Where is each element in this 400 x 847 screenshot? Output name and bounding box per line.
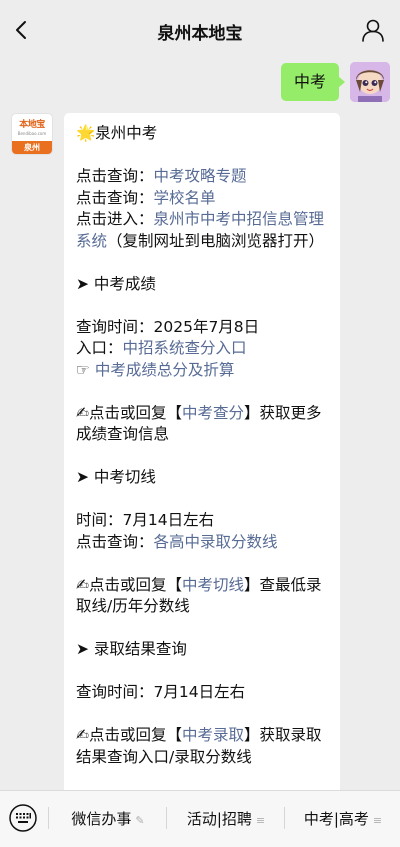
menu-wechat-service-label: 微信办事 [71,810,132,828]
submenu-icon: ≡ [372,814,383,827]
my-message-bubble: 中考 [280,63,346,101]
menu-exams-label: 中考|高考 [303,810,369,828]
admission-time: 查询时间：7月14日左右 [76,683,246,701]
chat-title: 泉州本地宝 [157,24,243,44]
link-schools[interactable]: 学校名单 [154,189,216,207]
link-reply-cutoff[interactable]: 中考切线 [182,576,244,594]
nav-header: 泉州本地宝 [0,0,400,60]
section-scores: ➤ 中考成绩 [76,274,156,293]
link-reply-admission[interactable]: 中考录取 [182,726,244,744]
msg-line-reply-admission: ✍点击或回复【中考录取】获取录取结果查询入口/录取分数线 [76,726,322,766]
msg-line-reply-cutoff: ✍点击或回复【中考切线】查最低录取线/历年分数线 [76,575,322,616]
link-score-entry[interactable]: 中招系统查分入口 [123,339,247,357]
menu-activity-jobs[interactable]: 活动|招聘 ≡ [172,807,280,831]
avatar-illustration [350,62,390,102]
msg-line-strategy: 点击查询：中考攻略专题 [76,167,247,185]
msg-line-schools: 点击查询：学校名单 [76,188,216,207]
score-query-time: 查询时间：2025年7月8日 [76,317,260,336]
keyboard-icon[interactable] [8,803,38,833]
menu-activity-jobs-label: 活动|招聘 [186,810,252,828]
bot-message-bubble: 🌟泉州中考 点击查询：中考攻略专题 点击查询：学校名单 点击进入：泉州市中考中招… [64,113,340,833]
msg-heading: 🌟泉州中考 [76,124,158,142]
submenu-icon: ≡ [255,814,266,827]
msg-line-entry: 入口：中招系统查分入口 [76,339,247,357]
menu-divider [48,807,49,829]
logo-city: 泉州 [12,141,52,154]
link-strategy[interactable]: 中考攻略专题 [154,167,247,185]
logo-url: Bendibao.com [17,131,47,136]
bendibao-logo-avatar[interactable]: 本地宝 Bendibao.com 泉州 [11,113,53,155]
pencil-icon: ✎ [135,814,145,827]
profile-icon[interactable] [360,17,386,43]
msg-line-cutoff-query: 点击查询：各高中录取分数线 [76,532,278,551]
bottom-menu-bar: 微信办事 ✎ 活动|招聘 ≡ 中考|高考 ≡ [0,790,400,847]
menu-divider [284,807,285,829]
section-admission: ➤ 录取结果查询 [76,640,187,658]
menu-exams[interactable]: 中考|高考 ≡ [290,807,396,831]
msg-line-system: 点击进入：泉州市中考中招信息管理系统（复制网址到电脑浏览器打开） [76,210,325,250]
menu-wechat-service[interactable]: 微信办事 ✎ [56,807,160,831]
link-cutoff-scores[interactable]: 各高中录取分数线 [154,533,278,551]
link-score-total[interactable]: 中考成绩总分及折算 [95,361,235,379]
section-cutoff: ➤ 中考切线 [76,468,156,486]
link-reply-score[interactable]: 中考查分 [182,404,244,422]
user-avatar[interactable] [350,62,390,102]
menu-divider [166,807,167,829]
cutoff-time: 时间：7月14日左右 [76,511,215,529]
logo-text: 本地宝 [19,120,45,130]
msg-line-reply-score: ✍点击或回复【中考查分】获取更多成绩查询信息 [76,403,322,444]
msg-line-total: ☞ 中考成绩总分及折算 [76,360,235,379]
